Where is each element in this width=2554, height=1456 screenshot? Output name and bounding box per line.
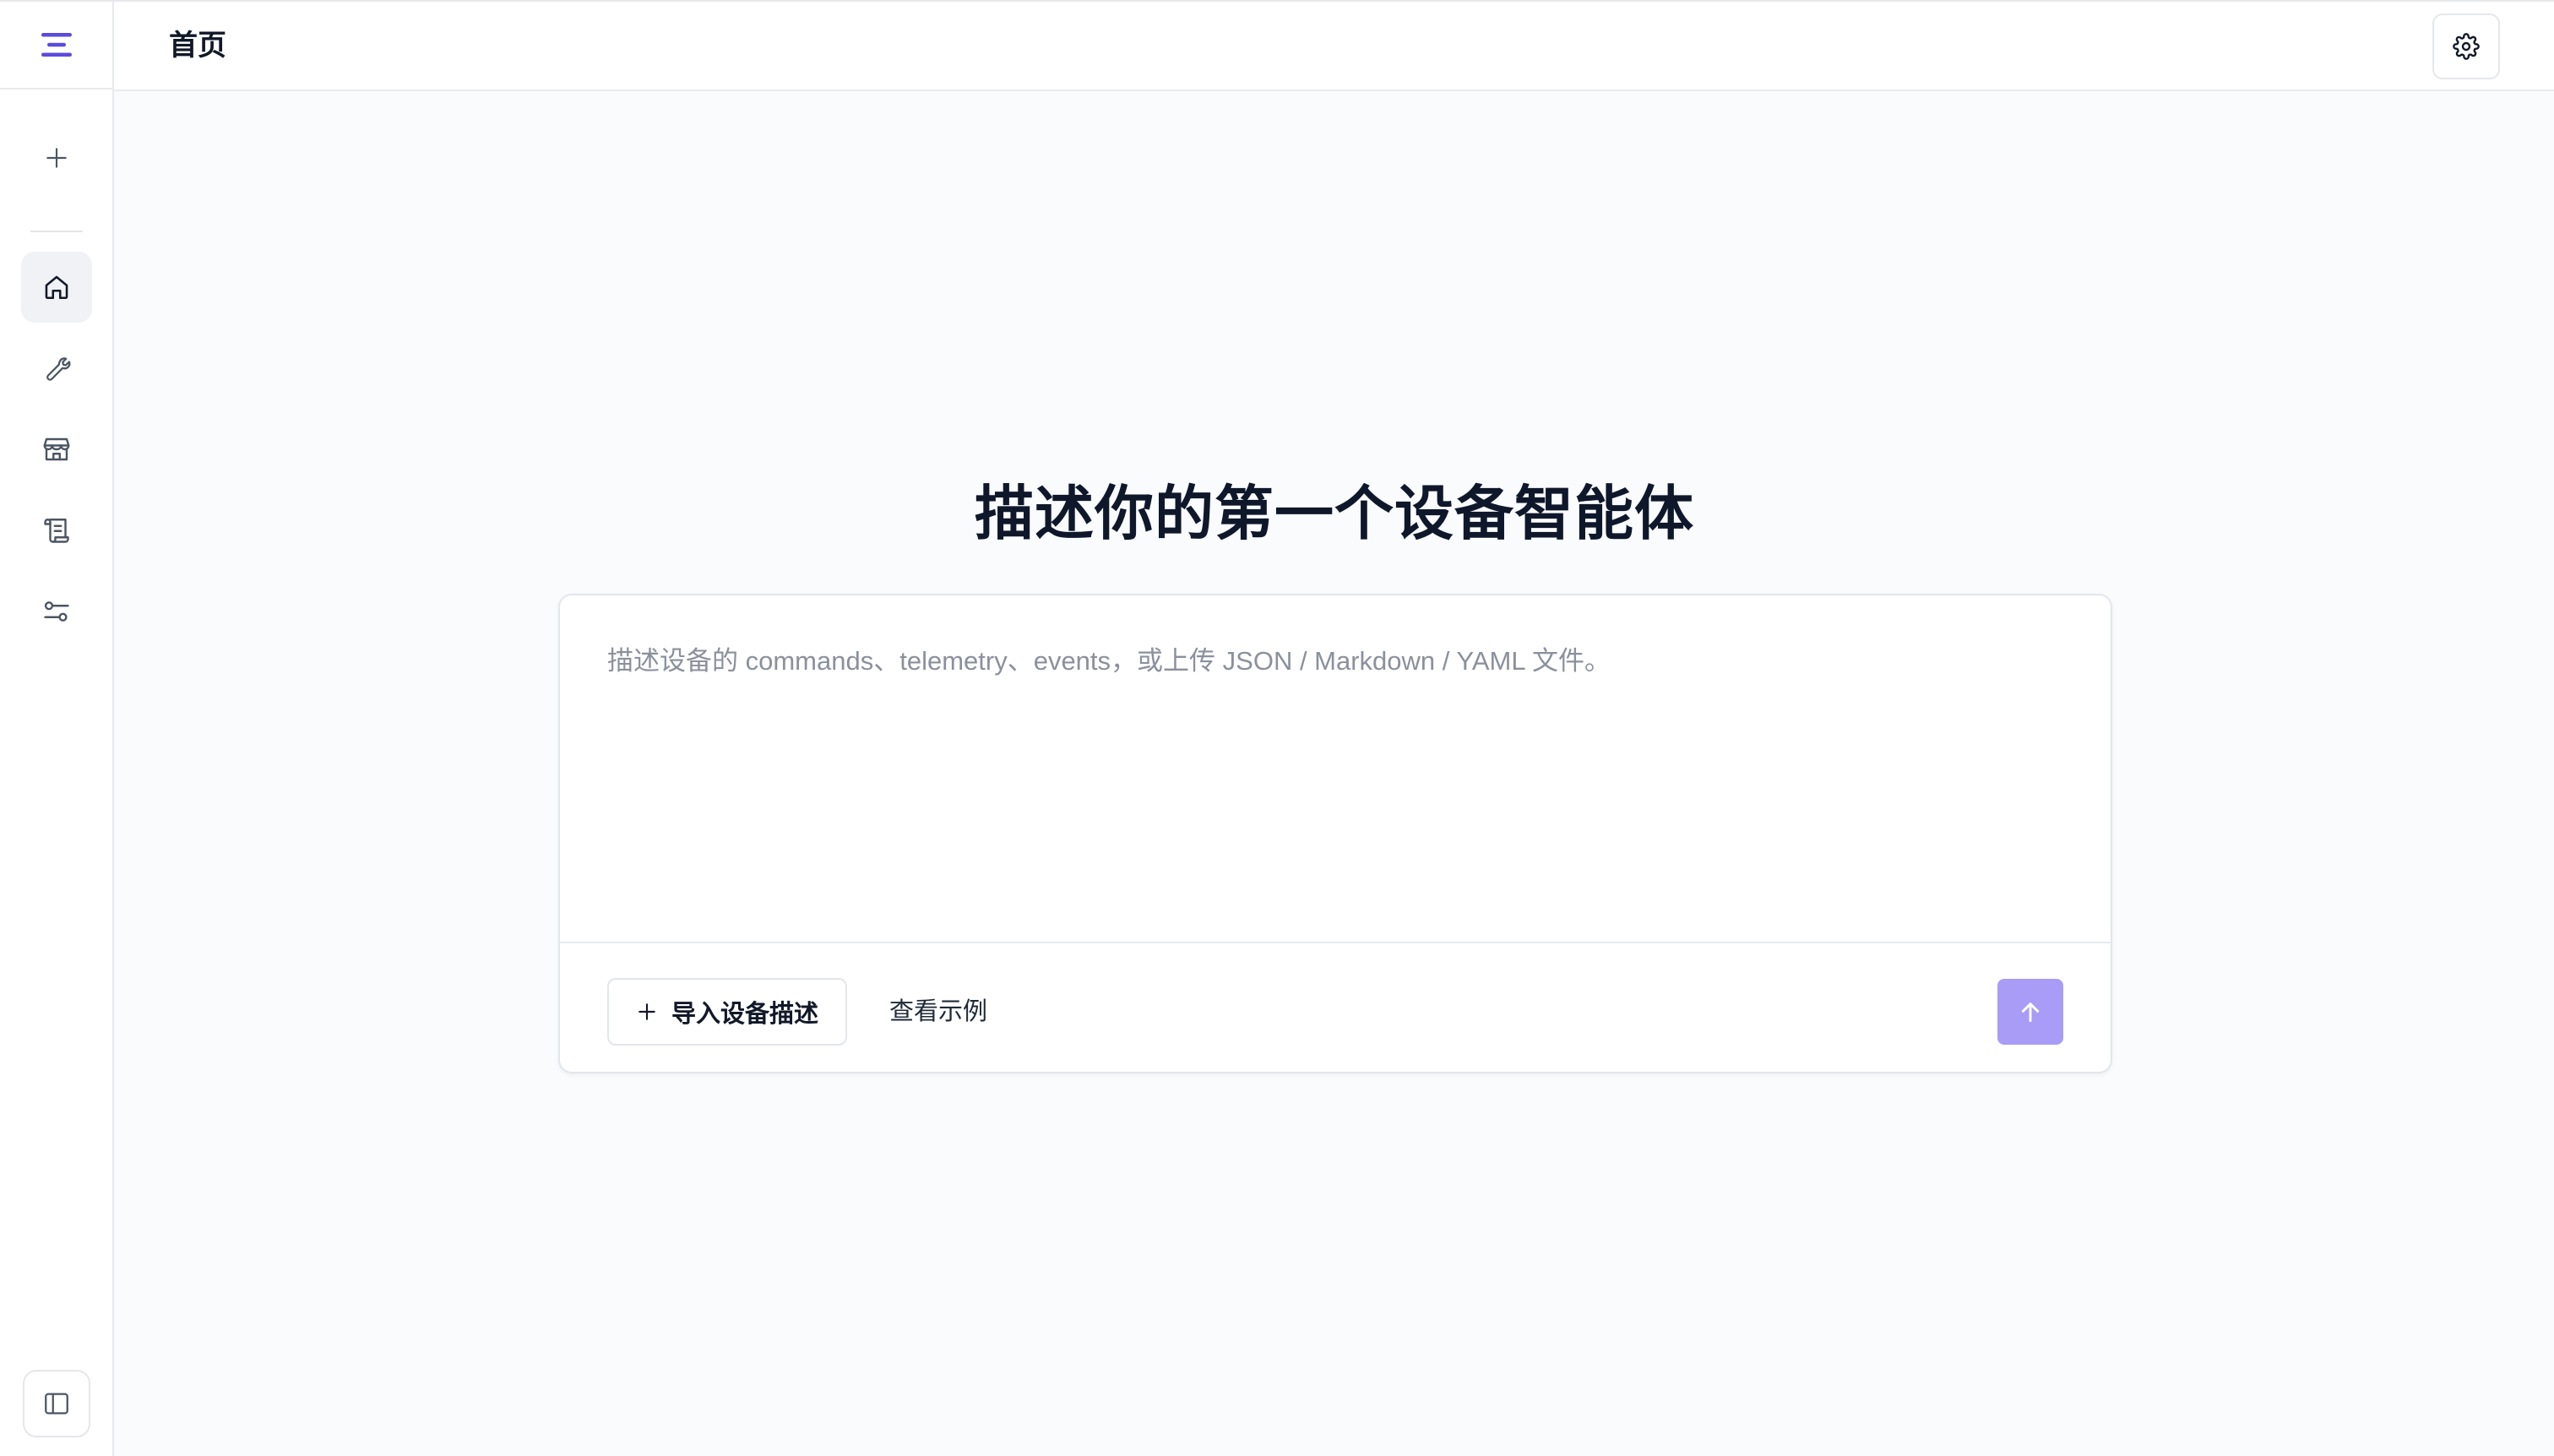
gear-icon <box>2453 33 2480 60</box>
panel-left-icon <box>45 1393 68 1415</box>
collapse-sidebar-button[interactable] <box>23 1370 90 1437</box>
composer-toolbar: 导入设备描述 查看示例 <box>560 942 2111 1073</box>
page-title: 首页 <box>169 30 226 62</box>
sidebar-item-store[interactable] <box>21 414 92 485</box>
device-description-composer: 导入设备描述 查看示例 <box>558 594 2112 1073</box>
home-icon <box>45 275 68 300</box>
import-button-label: 导入设备描述 <box>671 1001 818 1028</box>
sliders-icon <box>44 601 69 622</box>
new-agent-button[interactable] <box>21 122 92 193</box>
hero-heading: 描述你的第一个设备智能体 <box>975 481 1694 546</box>
arrow-up-icon <box>2021 1002 2040 1023</box>
top-header: 首页 <box>114 2 2554 91</box>
sidebar <box>0 2 114 1456</box>
scroll-icon <box>44 519 69 543</box>
store-icon <box>43 437 70 461</box>
settings-button[interactable] <box>2432 14 2500 79</box>
app-window: 首页 描述你的第一个设备智能体 导入设备描述 查看示例 <box>0 0 2554 1456</box>
plus-icon <box>46 148 67 168</box>
device-description-input[interactable] <box>560 595 2111 942</box>
send-button[interactable] <box>1997 979 2063 1045</box>
wrench-icon <box>46 357 71 381</box>
sidebar-logo[interactable] <box>0 2 112 90</box>
import-device-description-button[interactable]: 导入设备描述 <box>607 978 847 1046</box>
sidebar-item-home[interactable] <box>21 252 92 323</box>
view-example-link[interactable]: 查看示例 <box>889 996 987 1028</box>
menu-logo-icon <box>41 33 72 57</box>
sidebar-item-tools[interactable] <box>21 333 92 404</box>
sidebar-item-preferences[interactable] <box>21 576 92 647</box>
sidebar-item-logs[interactable] <box>21 495 92 566</box>
sidebar-divider <box>30 231 83 232</box>
plus-icon <box>638 1003 655 1020</box>
